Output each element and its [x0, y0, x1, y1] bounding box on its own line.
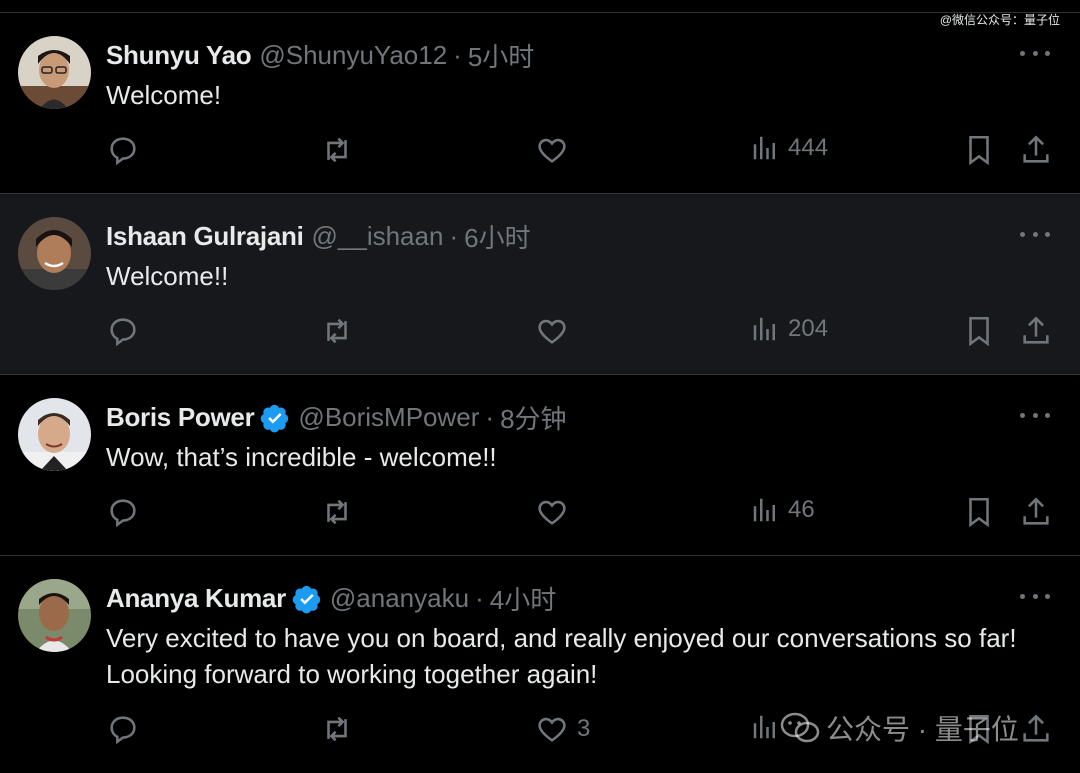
- bookmark-button[interactable]: [962, 495, 996, 529]
- author-name[interactable]: Boris Power: [106, 402, 255, 433]
- author-name[interactable]: Shunyu Yao: [106, 40, 252, 71]
- share-button[interactable]: [1019, 314, 1053, 348]
- author-name[interactable]: Ishaan Gulrajani: [106, 221, 304, 252]
- like-icon: [538, 138, 566, 163]
- retweet-icon: [327, 716, 347, 742]
- retweet-button[interactable]: [320, 712, 362, 746]
- timestamp[interactable]: 4小时: [490, 580, 556, 617]
- reply-icon: [110, 499, 136, 528]
- retweet-button[interactable]: [320, 314, 362, 348]
- share-button[interactable]: [1019, 712, 1053, 746]
- avatar[interactable]: [18, 579, 91, 652]
- author-handle[interactable]: @ShunyuYao12: [259, 40, 447, 71]
- like-button[interactable]: 3: [535, 712, 590, 746]
- reply-button[interactable]: [106, 495, 148, 529]
- retweet-icon: [327, 499, 347, 525]
- like-button[interactable]: [535, 133, 577, 167]
- tweet-text: Welcome!!: [106, 261, 229, 291]
- avatar[interactable]: [18, 217, 91, 290]
- like-icon: [538, 500, 566, 525]
- retweet-icon: [327, 318, 347, 344]
- separator-dot: ·: [485, 402, 495, 432]
- watermark-text: 公众号 · 量子位: [826, 714, 1019, 745]
- views-icon: [753, 317, 775, 341]
- like-icon: [538, 717, 566, 742]
- views-button[interactable]: 444: [750, 133, 828, 163]
- bookmark-icon: [969, 497, 989, 528]
- tweet-header: Shunyu Yao @ShunyuYao12 · 5小时: [106, 37, 534, 74]
- timestamp[interactable]: 5小时: [468, 37, 534, 74]
- retweet-button[interactable]: [320, 495, 362, 529]
- tweet-actions: 204: [0, 314, 1080, 354]
- more-options-icon[interactable]: [1020, 43, 1050, 63]
- separator-dot: ·: [475, 583, 484, 613]
- author-handle[interactable]: @BorisMPower: [298, 402, 479, 433]
- share-icon: [1023, 497, 1049, 525]
- views-button[interactable]: 46: [750, 495, 815, 525]
- author-handle[interactable]: @__ishaan: [312, 221, 444, 252]
- wechat-icon: [780, 712, 820, 743]
- share-button[interactable]: [1019, 495, 1053, 529]
- reply-icon: [110, 318, 136, 347]
- views-icon: [753, 715, 775, 739]
- share-button[interactable]: [1019, 133, 1053, 167]
- share-icon: [1023, 316, 1049, 344]
- reply-icon: [110, 716, 136, 745]
- avatar[interactable]: [18, 36, 91, 109]
- avatar[interactable]: [18, 398, 91, 471]
- like-button[interactable]: [535, 495, 577, 529]
- more-options-icon[interactable]: [1020, 405, 1050, 425]
- tweet-item[interactable]: Shunyu Yao @ShunyuYao12 · 5小时 Welcome! 4…: [0, 13, 1080, 194]
- timestamp[interactable]: 8分钟: [500, 399, 566, 436]
- bookmark-icon: [969, 135, 989, 166]
- views-count: 46: [788, 496, 815, 523]
- separator-dot: ·: [449, 221, 459, 251]
- timestamp[interactable]: 6小时: [464, 218, 530, 255]
- bookmark-icon: [969, 316, 989, 347]
- like-button[interactable]: [535, 314, 577, 348]
- retweet-button[interactable]: [320, 133, 362, 167]
- more-options-icon[interactable]: [1020, 224, 1050, 244]
- author-handle[interactable]: @ananyaku: [330, 583, 469, 614]
- views-button[interactable]: 204: [750, 314, 828, 344]
- views-icon: [753, 498, 775, 522]
- tweet-actions: 444: [0, 133, 1080, 173]
- tweet-header: Ananya Kumar @ananyaku · 4小时: [106, 580, 556, 617]
- reply-button[interactable]: [106, 133, 148, 167]
- separator-dot: ·: [453, 40, 462, 70]
- tweet-header: Ishaan Gulrajani @__ishaan · 6小时: [106, 218, 531, 255]
- bookmark-button[interactable]: [962, 133, 996, 167]
- like-icon: [538, 319, 566, 344]
- more-options-icon[interactable]: [1020, 586, 1050, 606]
- verified-badge-icon: [292, 585, 321, 613]
- tweet-text: Very excited to have you on board, and r…: [106, 623, 1017, 689]
- like-count: 3: [577, 715, 591, 742]
- tweet-item[interactable]: Boris Power @BorisMPower · 8分钟 Wow, that…: [0, 375, 1080, 556]
- verified-badge-icon: [261, 404, 289, 432]
- share-icon: [1023, 714, 1049, 742]
- views-count: 204: [788, 315, 829, 342]
- tweet-text: Welcome!: [106, 80, 222, 110]
- tweet-text: Wow, that’s incredible - welcome!!: [106, 442, 497, 472]
- tweet-item[interactable]: Ishaan Gulrajani @__ishaan · 6小时 Welcome…: [0, 194, 1080, 375]
- views-icon: [753, 136, 775, 160]
- reply-button[interactable]: [106, 314, 148, 348]
- watermark-bottom: 公众号 · 量子位: [780, 708, 1019, 748]
- views-count: 444: [788, 134, 829, 161]
- retweet-icon: [327, 137, 347, 163]
- bookmark-button[interactable]: [962, 314, 996, 348]
- tweet-actions: 46: [0, 495, 1080, 535]
- tweet-header: Boris Power @BorisMPower · 8分钟: [106, 399, 567, 436]
- share-icon: [1023, 135, 1049, 163]
- author-name[interactable]: Ananya Kumar: [106, 583, 286, 614]
- reply-icon: [110, 137, 136, 166]
- reply-button[interactable]: [106, 712, 148, 746]
